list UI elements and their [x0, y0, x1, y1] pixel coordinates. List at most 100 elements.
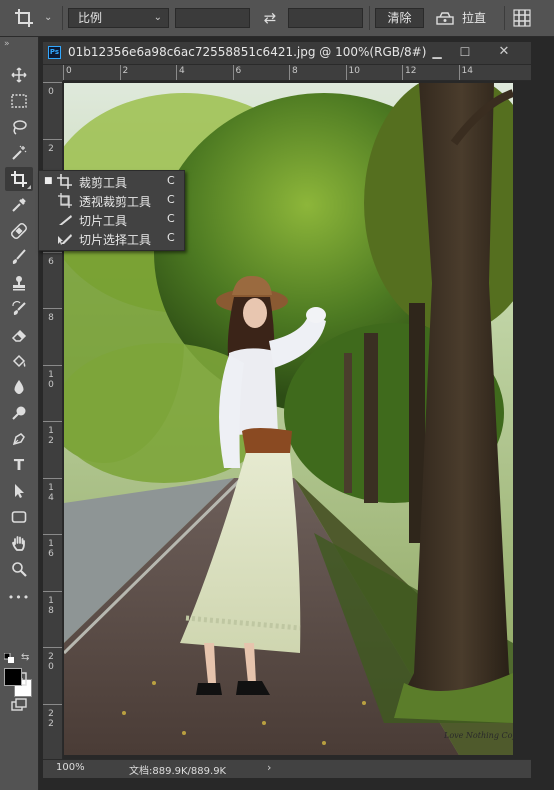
- zoom-level[interactable]: 100%: [56, 762, 85, 773]
- ruler-v-digit: 1: [48, 595, 54, 606]
- flyout-item-crop[interactable]: ■ 裁剪工具 C: [39, 172, 184, 191]
- lasso-tool[interactable]: [5, 115, 33, 139]
- perspective-crop-icon: [58, 193, 72, 208]
- eraser-icon: [11, 329, 27, 342]
- chevron-down-icon: ⌄: [153, 12, 162, 23]
- chevron-down-icon: ⌄: [44, 12, 53, 23]
- flyout-item-shortcut: C: [167, 193, 175, 206]
- crop-icon: [57, 174, 72, 189]
- document-size-info: 文档:889.9K/889.9K: [129, 766, 227, 777]
- type-tool[interactable]: T: [5, 453, 33, 477]
- path-selection-tool[interactable]: [5, 479, 33, 503]
- history-brush-tool[interactable]: [5, 297, 33, 321]
- chevron-right-icon[interactable]: ›: [267, 761, 271, 774]
- ruler-h-label: 12: [405, 66, 417, 76]
- ruler-v-tick: [43, 647, 62, 648]
- ruler-v-digit: 0: [48, 379, 54, 390]
- ruler-v-digit: 6: [48, 549, 54, 559]
- hand-icon: [12, 536, 25, 551]
- screen-mode-button[interactable]: [5, 693, 33, 717]
- ruler-v-digit: 6: [48, 256, 54, 267]
- ruler-h-tick: [289, 65, 290, 80]
- more-tools-button[interactable]: •••: [5, 585, 33, 609]
- clear-button[interactable]: 清除: [375, 8, 424, 28]
- move-tool[interactable]: [5, 63, 33, 87]
- ratio-select[interactable]: 比例 ⌄: [68, 8, 169, 28]
- ruler-origin[interactable]: [43, 65, 63, 81]
- crop-icon: [11, 171, 27, 187]
- horizontal-ruler[interactable]: 0 2 4 6 8 10 12 14: [63, 65, 531, 81]
- ruler-v-label: 10: [47, 370, 55, 390]
- flyout-item-label: 切片选择工具: [79, 233, 152, 247]
- hand-tool[interactable]: [5, 531, 33, 555]
- ruler-v-tick: [43, 703, 62, 705]
- flyout-item-slice-select[interactable]: 切片选择工具 C: [39, 229, 184, 248]
- eyedropper-tool[interactable]: [5, 193, 33, 217]
- tool-preset-picker[interactable]: ⌄: [14, 8, 56, 30]
- selected-bullet-icon: ■: [44, 176, 53, 186]
- minimize-icon[interactable]: ▁: [426, 43, 448, 61]
- ruler-h-label: 0: [66, 66, 72, 76]
- swap-dimensions-icon[interactable]: ⇄: [260, 8, 280, 28]
- lasso-icon: [13, 120, 27, 135]
- ruler-h-label: 2: [122, 66, 129, 76]
- ruler-v-digit: 1: [48, 482, 54, 493]
- zoom-tool[interactable]: [5, 557, 33, 581]
- brush-tool[interactable]: [5, 245, 33, 269]
- ruler-v-label: 20: [47, 652, 55, 672]
- document-tab[interactable]: Ps 01b12356e6a98c6ac72558851c6421.jpg @ …: [43, 42, 531, 65]
- magic-wand-icon: [12, 145, 27, 160]
- crop-tool-flyout: ■ 裁剪工具 C 透视裁剪工具 C 切片工具 C 切片选择工具 C: [38, 170, 185, 251]
- ruler-h-label: 6: [235, 66, 242, 76]
- pen-tool[interactable]: [5, 427, 33, 451]
- ruler-h-label: 4: [179, 66, 185, 76]
- close-icon[interactable]: ✕: [493, 43, 515, 61]
- width-field[interactable]: [175, 8, 250, 28]
- ruler-v-label: 18: [47, 596, 55, 616]
- ruler-h-tick: [232, 65, 234, 80]
- history-brush-icon: [12, 301, 26, 315]
- flyout-item-label: 裁剪工具: [79, 176, 128, 190]
- height-field[interactable]: [288, 8, 363, 28]
- maximize-icon[interactable]: ☐: [454, 43, 476, 61]
- default-colors-icon[interactable]: [4, 653, 14, 663]
- ruler-v-tick: [43, 251, 62, 253]
- ruler-v-tick: [43, 477, 62, 479]
- paint-bucket-tool[interactable]: [5, 349, 33, 373]
- panel-collapse-icon[interactable]: »: [4, 39, 9, 49]
- eraser-tool[interactable]: [5, 323, 33, 347]
- flyout-item-perspective-crop[interactable]: 透视裁剪工具 C: [39, 191, 184, 210]
- rectangle-tool[interactable]: [5, 505, 33, 529]
- divider: [369, 6, 370, 30]
- foreground-color-swatch[interactable]: [4, 668, 22, 686]
- straighten-button[interactable]: 拉直: [436, 8, 486, 28]
- type-icon: T: [13, 456, 25, 474]
- magnifier-icon: [12, 562, 27, 577]
- crop-tool[interactable]: [5, 167, 33, 191]
- ruler-v-digit: 2: [48, 708, 54, 719]
- clone-stamp-tool[interactable]: [5, 271, 33, 295]
- marquee-tool[interactable]: [5, 89, 33, 113]
- healing-brush-tool[interactable]: [5, 219, 33, 243]
- swap-colors-icon[interactable]: ⇆: [21, 652, 29, 663]
- magic-wand-tool[interactable]: [5, 141, 33, 165]
- marquee-icon: [11, 94, 27, 108]
- overlay-grid-icon[interactable]: [512, 8, 532, 28]
- flyout-item-slice[interactable]: 切片工具 C: [39, 210, 184, 229]
- options-bar: ⌄ 比例 ⌄ ⇄ 清除 拉直: [0, 0, 554, 37]
- tool-group-indicator: [27, 185, 31, 189]
- dodge-icon: [12, 406, 26, 420]
- dodge-tool[interactable]: [5, 401, 33, 425]
- ruler-h-tick: [176, 65, 177, 80]
- ruler-v-label: 2: [47, 144, 55, 154]
- ruler-v-tick: [43, 534, 62, 535]
- ruler-h-label: 14: [461, 66, 473, 76]
- blur-tool[interactable]: [5, 375, 33, 399]
- ruler-v-digit: 0: [48, 87, 54, 97]
- screen-mode-icon: [11, 698, 27, 711]
- ruler-v-tick: [43, 82, 62, 83]
- ruler-v-digit: 8: [48, 313, 54, 323]
- straighten-icon: [436, 11, 454, 25]
- ruler-v-digit: 2: [48, 436, 54, 446]
- ruler-v-digit: 1: [48, 369, 54, 380]
